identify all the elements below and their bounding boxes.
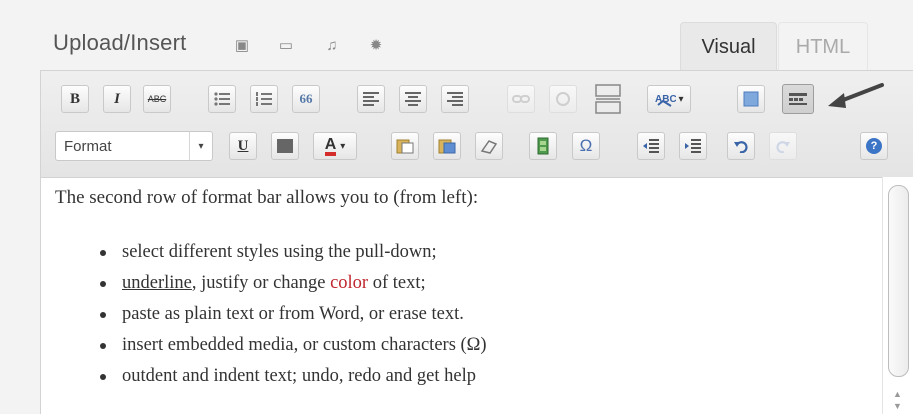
custom-character-button[interactable]: Ω bbox=[572, 132, 600, 160]
list-item: insert embedded media, or custom charact… bbox=[97, 330, 487, 361]
strikethrough-button[interactable]: ABC bbox=[143, 85, 171, 113]
list-item-text: , justify or change bbox=[191, 273, 331, 293]
blockquote-button[interactable]: 66 bbox=[292, 85, 320, 113]
insert-more-button[interactable] bbox=[592, 83, 624, 115]
list-item-text: outdent and indent text; undo, redo and … bbox=[122, 366, 476, 386]
eraser-icon bbox=[480, 140, 498, 154]
kitchen-sink-toggle-button[interactable] bbox=[782, 84, 814, 114]
paste-text-button[interactable] bbox=[391, 132, 419, 160]
bullet-list-icon bbox=[214, 92, 230, 106]
indent-button[interactable] bbox=[679, 132, 707, 160]
list-item-text: color bbox=[330, 273, 369, 293]
wordpress-editor: Upload/Insert ▣ ▭ ♫ ✹ Visual HTML B I AB… bbox=[0, 0, 913, 414]
align-center-icon bbox=[405, 92, 421, 106]
numbered-list-icon bbox=[256, 92, 272, 106]
align-right-icon bbox=[447, 92, 463, 106]
bold-button[interactable]: B bbox=[61, 85, 89, 113]
help-icon: ? bbox=[866, 138, 882, 154]
paste-text-icon bbox=[396, 139, 414, 154]
align-center-button[interactable] bbox=[399, 85, 427, 113]
audio-icon[interactable]: ♫ bbox=[322, 36, 342, 54]
paste-word-button[interactable] bbox=[433, 132, 461, 160]
kitchen-sink-icon bbox=[789, 93, 807, 105]
media-icon[interactable]: ✹ bbox=[366, 36, 386, 54]
more-tag-icon bbox=[595, 84, 621, 114]
chevron-down-icon: ▾ bbox=[189, 132, 212, 160]
outdent-icon bbox=[643, 139, 659, 153]
bullet-list-button[interactable] bbox=[208, 85, 236, 113]
indent-icon bbox=[685, 139, 701, 153]
upload-insert-bar: Upload/Insert ▣ ▭ ♫ ✹ Visual HTML bbox=[0, 0, 913, 72]
undo-button[interactable] bbox=[727, 132, 755, 160]
spellcheck-icon: ABC bbox=[655, 94, 676, 107]
list-item: outdent and indent text; undo, redo and … bbox=[97, 361, 487, 392]
numbered-list-button[interactable] bbox=[250, 85, 278, 113]
fullscreen-button[interactable] bbox=[737, 85, 765, 113]
spellcheck-dropdown-icon[interactable]: ▾ bbox=[678, 94, 683, 105]
underline-button[interactable]: U bbox=[229, 132, 257, 160]
format-dropdown-label: Format bbox=[64, 137, 112, 155]
italic-button[interactable]: I bbox=[103, 85, 131, 113]
fullscreen-icon bbox=[743, 91, 759, 107]
pointer-arrow-icon bbox=[828, 83, 884, 108]
film-icon bbox=[537, 137, 549, 155]
formatting-toolbar: B I ABC 66 ABC ▾ Format ▾ U A ▾ Ω ? bbox=[41, 71, 913, 178]
tab-visual[interactable]: Visual bbox=[680, 22, 777, 71]
spellcheck-button[interactable]: ABC ▾ bbox=[647, 85, 691, 113]
scrollbar-thumb[interactable] bbox=[888, 185, 909, 377]
list-item-text: select different styles using the pull-d… bbox=[122, 242, 437, 262]
intro-text: The second row of format bar allows you … bbox=[55, 187, 479, 208]
list-item-text: insert embedded media, or custom charact… bbox=[122, 335, 487, 355]
align-left-icon bbox=[363, 92, 379, 106]
paste-word-icon bbox=[438, 139, 456, 154]
undo-icon bbox=[734, 141, 748, 153]
list-item: underline, justify or change color of te… bbox=[97, 268, 487, 299]
editor-area: B I ABC 66 ABC ▾ Format ▾ U A ▾ Ω ? The … bbox=[40, 70, 913, 414]
format-dropdown[interactable]: Format ▾ bbox=[55, 131, 213, 161]
list-item: paste as plain text or from Word, or era… bbox=[97, 299, 487, 330]
list-item-text: underline bbox=[122, 273, 192, 293]
vertical-scrollbar[interactable]: ▲ ▼ bbox=[882, 177, 913, 414]
text-color-icon: A bbox=[324, 136, 337, 156]
help-button[interactable]: ? bbox=[860, 132, 888, 160]
list-item: select different styles using the pull-d… bbox=[97, 237, 487, 268]
link-icon bbox=[512, 95, 530, 103]
list-item-text: paste as plain text or from Word, or era… bbox=[122, 304, 464, 324]
insert-media-button[interactable] bbox=[529, 132, 557, 160]
unlink-icon bbox=[556, 92, 570, 106]
image-icon[interactable]: ▣ bbox=[232, 36, 252, 54]
justify-icon bbox=[277, 139, 293, 153]
align-right-button[interactable] bbox=[441, 85, 469, 113]
text-color-button[interactable]: A ▾ bbox=[313, 132, 357, 160]
video-icon[interactable]: ▭ bbox=[276, 36, 296, 54]
insert-link-button[interactable] bbox=[507, 85, 535, 113]
justify-button[interactable] bbox=[271, 132, 299, 160]
text-color-dropdown-icon[interactable]: ▾ bbox=[340, 141, 345, 152]
tab-html[interactable]: HTML bbox=[778, 22, 868, 71]
scroll-up-icon[interactable]: ▲ bbox=[893, 389, 902, 399]
outdent-button[interactable] bbox=[637, 132, 665, 160]
redo-button[interactable] bbox=[769, 132, 797, 160]
scroll-down-icon[interactable]: ▼ bbox=[893, 401, 902, 411]
unlink-button[interactable] bbox=[549, 85, 577, 113]
align-left-button[interactable] bbox=[357, 85, 385, 113]
upload-insert-label: Upload/Insert bbox=[53, 30, 187, 55]
list-item-text: of text; bbox=[368, 273, 426, 293]
remove-format-button[interactable] bbox=[475, 132, 503, 160]
editor-content[interactable]: The second row of format bar allows you … bbox=[41, 177, 883, 414]
bullet-list: select different styles using the pull-d… bbox=[97, 237, 487, 392]
redo-icon bbox=[776, 141, 790, 153]
